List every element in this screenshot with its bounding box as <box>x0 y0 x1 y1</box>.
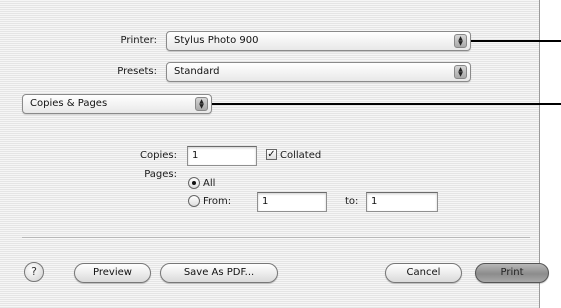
pages-from-field[interactable]: 1 <box>257 192 327 212</box>
pages-label: Pages: <box>144 169 177 180</box>
printer-value: Stylus Photo 900 <box>174 35 259 46</box>
collated-checkbox[interactable]: ✓ <box>266 149 277 160</box>
preview-button[interactable]: Preview <box>74 263 151 283</box>
pages-to-label: to: <box>345 196 359 207</box>
pages-all-label: All <box>203 178 216 189</box>
cancel-button[interactable]: Cancel <box>385 263 462 283</box>
panel-selector-popup[interactable]: Copies & Pages ▲ ▼ <box>22 94 212 114</box>
presets-label: Presets: <box>117 66 157 77</box>
callout-line-panel <box>212 103 561 105</box>
printer-popup[interactable]: Stylus Photo 900 ▲ ▼ <box>166 31 471 51</box>
updown-arrows-icon: ▲ ▼ <box>454 65 467 79</box>
print-dialog: Printer: Stylus Photo 900 ▲ ▼ Presets: St… <box>0 0 549 308</box>
copies-field[interactable]: 1 <box>187 146 257 166</box>
pages-from-radio[interactable] <box>188 195 200 207</box>
presets-value: Standard <box>174 66 220 77</box>
save-as-pdf-button[interactable]: Save As PDF... <box>160 263 278 283</box>
printer-label: Printer: <box>120 35 157 46</box>
updown-arrows-icon: ▲ ▼ <box>454 34 467 48</box>
copies-label: Copies: <box>140 150 177 161</box>
separator <box>22 237 530 239</box>
question-mark-icon: ? <box>31 265 37 278</box>
print-button[interactable]: Print <box>475 263 549 283</box>
panel-selector-value: Copies & Pages <box>30 98 108 109</box>
callout-line-printer <box>471 40 561 42</box>
pages-all-radio[interactable] <box>188 177 200 189</box>
collated-label: Collated <box>280 150 322 161</box>
help-button[interactable]: ? <box>24 262 44 282</box>
updown-arrows-icon: ▲ ▼ <box>195 97 208 111</box>
pages-from-label: From: <box>203 196 232 207</box>
presets-popup[interactable]: Standard ▲ ▼ <box>166 62 471 82</box>
pages-to-field[interactable]: 1 <box>366 192 438 212</box>
